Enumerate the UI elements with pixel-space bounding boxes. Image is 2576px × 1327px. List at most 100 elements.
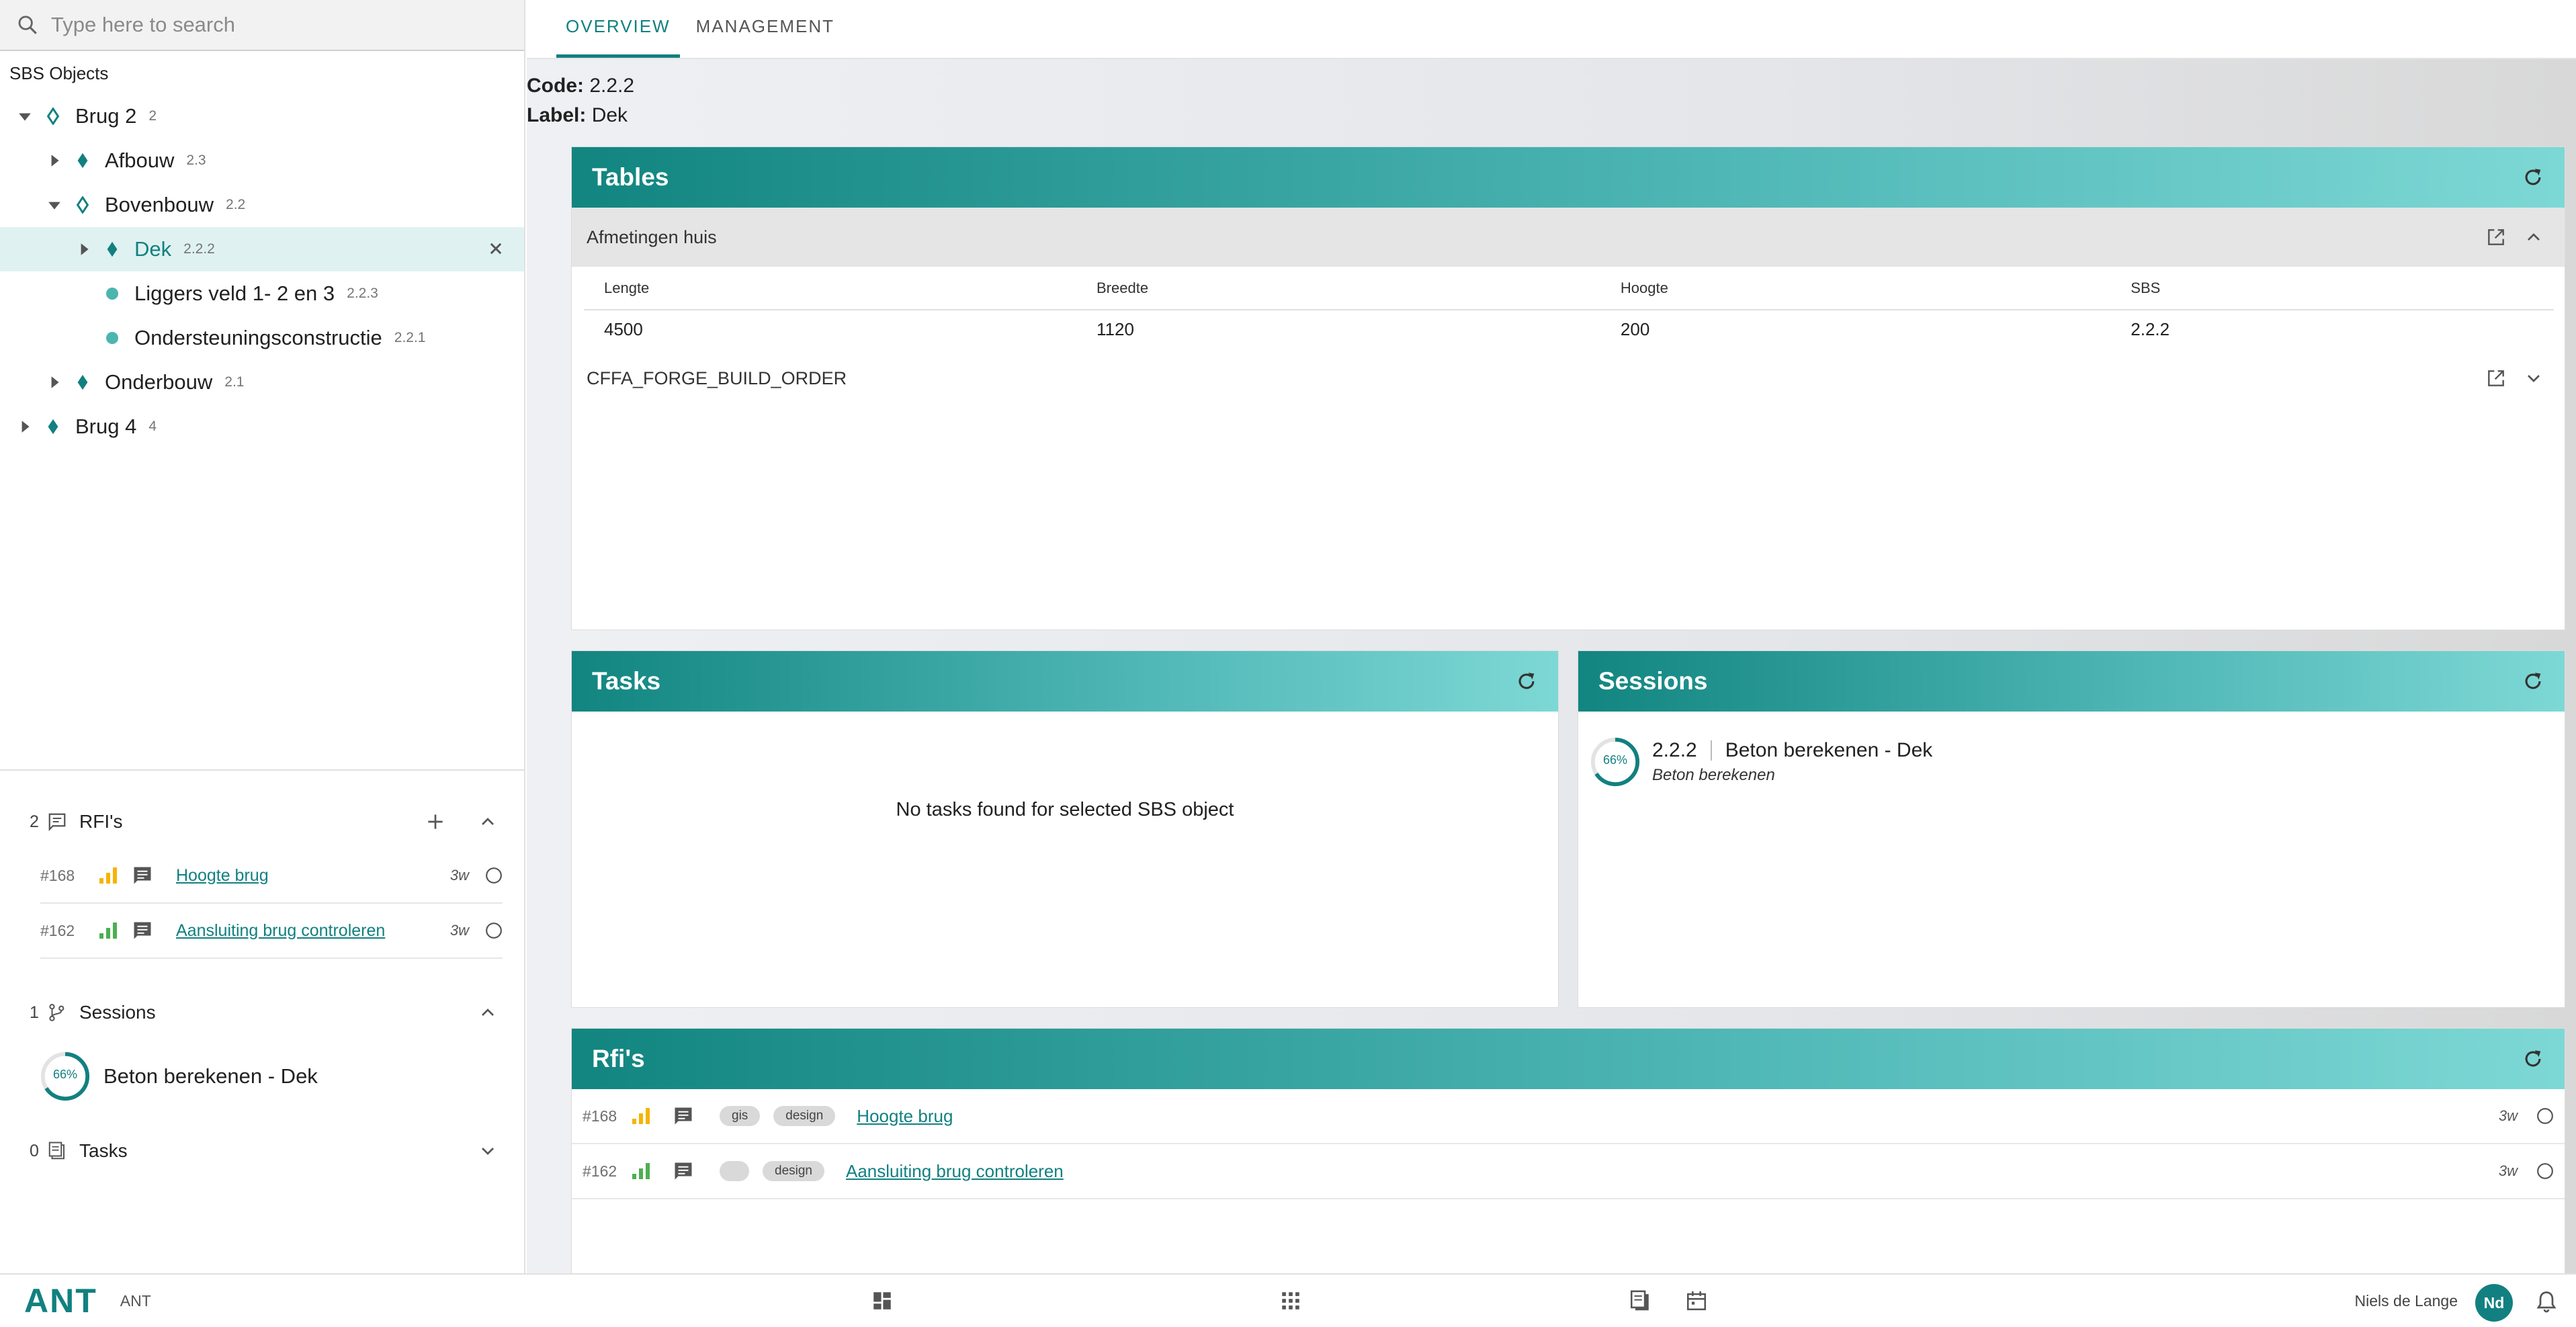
rfi-number: #168: [583, 1107, 617, 1125]
tree-node-code: 2.3: [186, 153, 206, 168]
status-circle-icon[interactable]: [485, 867, 503, 884]
priority-low-icon: [98, 921, 128, 940]
tasks-empty-message: No tasks found for selected SBS object: [896, 799, 1234, 820]
tasks-card-header: Tasks: [572, 651, 1558, 712]
rfi-title-link[interactable]: Hoogte brug: [176, 866, 450, 886]
diamond-icon: [71, 152, 94, 169]
tree-node-dek[interactable]: Dek 2.2.2: [0, 227, 524, 271]
search-input[interactable]: [51, 13, 521, 37]
avatar[interactable]: Nd: [2475, 1284, 2513, 1322]
rfis-section-title: RFI's: [79, 811, 123, 832]
tab-bar: OVERVIEW MANAGEMENT: [527, 0, 2576, 59]
chevron-down-icon[interactable]: [15, 109, 35, 124]
table-group-name: Afmetingen huis: [587, 226, 717, 247]
tree-node-brug-4[interactable]: Brug 4 4: [0, 404, 524, 449]
rfis-card-title: Rfi's: [592, 1045, 645, 1072]
column-header: Breedte: [1076, 267, 1600, 310]
status-circle-icon[interactable]: [2536, 1107, 2554, 1125]
refresh-icon[interactable]: [2522, 670, 2544, 693]
table-group-cffa-forge-build-order[interactable]: CFFA_FORGE_BUILD_ORDER: [572, 349, 2565, 408]
label-value: Dek: [591, 104, 628, 126]
chevron-right-icon[interactable]: [44, 375, 65, 390]
tab-management[interactable]: MANAGEMENT: [687, 16, 844, 58]
tag-chip: gis: [720, 1106, 761, 1126]
rfi-age: 3w: [449, 867, 469, 884]
dot-icon: [101, 331, 124, 345]
tree-node-liggers[interactable]: Liggers veld 1- 2 en 3 2.2.3: [0, 271, 524, 316]
table-group-name: CFFA_FORGE_BUILD_ORDER: [587, 368, 847, 388]
refresh-icon[interactable]: [2522, 166, 2544, 189]
tree-node-label: Brug 4: [75, 415, 137, 438]
tables-card: Tables Afmetingen huis Lengte Breedte Ho…: [571, 146, 2565, 630]
status-circle-icon[interactable]: [485, 922, 503, 939]
rfi-row[interactable]: #168 gis design Hoogte brug 3w: [572, 1089, 2565, 1144]
diamond-icon: [101, 241, 124, 258]
tasks-section-header: 0 Tasks: [0, 1124, 525, 1178]
comment-icon: [673, 1161, 706, 1181]
clipboard-icon: [47, 1141, 67, 1161]
chevron-down-icon[interactable]: [2523, 368, 2544, 389]
session-item[interactable]: 66% 2.2.2 Beton berekenen - Dek Beton be…: [1578, 712, 2565, 788]
tree-node-label: Brug 2: [75, 104, 137, 128]
clipboard-icon[interactable]: [1629, 1289, 1651, 1312]
priority-high-icon: [98, 866, 128, 885]
chevron-up-icon[interactable]: [477, 1002, 499, 1023]
tree-node-label: Bovenbouw: [105, 193, 214, 216]
chevron-down-icon[interactable]: [44, 198, 65, 212]
sessions-section-title: Sessions: [79, 1002, 156, 1023]
tree-node-code: 2.2.2: [183, 241, 215, 257]
chevron-up-icon[interactable]: [477, 811, 499, 832]
tab-overview[interactable]: OVERVIEW: [556, 16, 680, 58]
tree-node-bovenbouw[interactable]: Bovenbouw 2.2: [0, 183, 524, 227]
session-progress-ring: 66%: [39, 1050, 91, 1103]
rfi-number: #162: [583, 1162, 617, 1180]
left-detail-sections: 2 RFI's #168 Hoogte brug 3w #162 Aanslui…: [0, 769, 525, 1178]
tree-node-ondersteuningsconstructie[interactable]: Ondersteuningsconstructie 2.2.1: [0, 316, 524, 360]
tree-node-label: Onderbouw: [105, 370, 213, 394]
tree-node-afbouw[interactable]: Afbouw 2.3: [0, 138, 524, 183]
rfi-title-link[interactable]: Aansluiting brug controleren: [846, 1161, 2499, 1182]
sessions-count: 1: [30, 1002, 39, 1022]
refresh-icon[interactable]: [2522, 1047, 2544, 1070]
apps-grid-icon[interactable]: [1279, 1289, 1302, 1312]
sessions-card-title: Sessions: [1598, 667, 1708, 695]
open-external-icon[interactable]: [2485, 368, 2507, 389]
bell-icon[interactable]: [2534, 1289, 2559, 1314]
rfi-title-link[interactable]: Aansluiting brug controleren: [176, 921, 450, 941]
session-progress-text: 66%: [52, 1068, 78, 1081]
tree-node-label: Ondersteuningsconstructie: [134, 326, 382, 349]
tree-node-onderbouw[interactable]: Onderbouw 2.1: [0, 360, 524, 404]
status-circle-icon[interactable]: [2536, 1162, 2554, 1180]
open-external-icon[interactable]: [2485, 226, 2507, 248]
tree-node-label: Liggers veld 1- 2 en 3: [134, 282, 335, 305]
rfi-list-item[interactable]: #168 Hoogte brug 3w: [40, 849, 503, 904]
table-row: 4500 1120 200 2.2.2: [584, 310, 2554, 349]
add-rfi-button[interactable]: [425, 811, 446, 832]
table-cell: 1120: [1097, 319, 1134, 339]
tables-card-title: Tables: [592, 163, 669, 191]
priority-high-icon: [631, 1107, 662, 1125]
app-logo[interactable]: ANT: [24, 1281, 97, 1320]
sbs-tree: Brug 2 2 Afbouw 2.3 Bovenbouw 2.2 Dek 2.…: [0, 94, 524, 449]
calendar-icon[interactable]: [1685, 1289, 1708, 1312]
table-group-afmetingen-huis[interactable]: Afmetingen huis: [572, 208, 2565, 267]
chevron-down-icon[interactable]: [477, 1140, 499, 1162]
sessions-card-header: Sessions: [1578, 651, 2565, 712]
sessions-card: Sessions 66% 2.2.2 Beton berekenen - Dek…: [1578, 650, 2565, 1008]
rfi-title-link[interactable]: Hoogte brug: [857, 1106, 2499, 1127]
chevron-up-icon[interactable]: [2523, 226, 2544, 248]
chevron-right-icon[interactable]: [74, 242, 94, 257]
dashboard-icon[interactable]: [871, 1289, 894, 1312]
tree-node-brug-2[interactable]: Brug 2 2: [0, 94, 524, 138]
rfis-count: 2: [30, 812, 39, 831]
search-icon: [16, 13, 39, 36]
chevron-right-icon[interactable]: [15, 419, 35, 434]
comment-icon: [132, 921, 164, 941]
close-icon[interactable]: [488, 241, 504, 260]
chevron-right-icon[interactable]: [44, 153, 65, 168]
rfi-row[interactable]: #162 design Aansluiting brug controleren…: [572, 1144, 2565, 1199]
rfi-list-item[interactable]: #162 Aansluiting brug controleren 3w: [40, 904, 503, 959]
rfis-section-header: 2 RFI's: [0, 795, 525, 849]
session-list-item[interactable]: 66% Beton berekenen - Dek: [0, 1039, 525, 1113]
refresh-icon[interactable]: [1515, 670, 1538, 693]
